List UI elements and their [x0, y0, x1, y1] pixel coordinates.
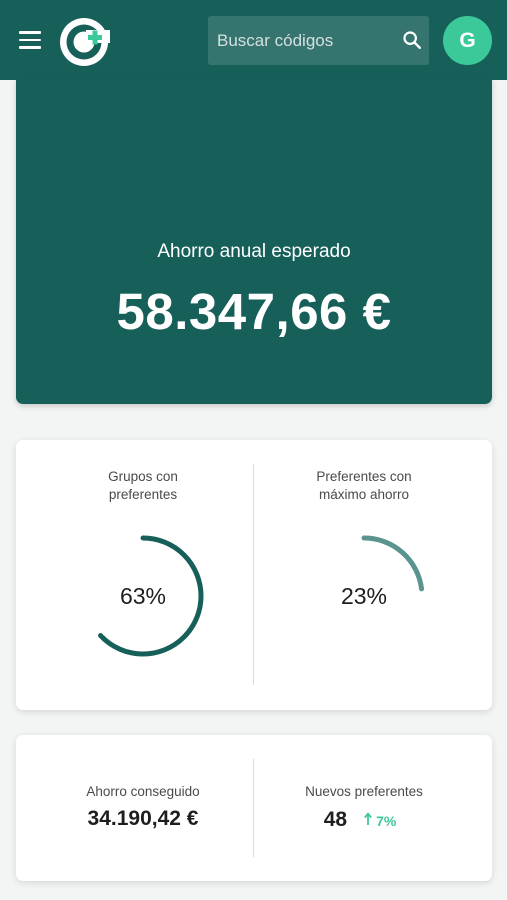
- search-box: [208, 16, 429, 65]
- hamburger-menu-icon[interactable]: [14, 27, 46, 53]
- search-icon[interactable]: [401, 29, 423, 51]
- annual-savings-label: Ahorro anual esperado: [157, 241, 351, 262]
- top-app-bar: G: [0, 0, 507, 80]
- gauge-value-groups: 63%: [119, 583, 167, 609]
- trend-badge: 7%: [363, 812, 396, 829]
- savings-achieved-value: 34.190,42 €: [87, 807, 199, 830]
- gauge-title-max-savings: Preferentes con máximo ahorro: [316, 469, 412, 502]
- gauge-value-max-savings: 23%: [340, 583, 388, 609]
- arrow-up-icon: [364, 812, 372, 825]
- card-divider: [253, 759, 254, 857]
- annual-savings-value: 58.347,66 €: [116, 283, 392, 340]
- new-preferred-value: 48: [323, 808, 348, 831]
- user-avatar[interactable]: G: [443, 16, 492, 65]
- new-preferred-row: 48 7%: [255, 808, 465, 834]
- search-input[interactable]: [208, 16, 398, 65]
- trend-value: 7%: [376, 813, 397, 829]
- card-divider: [253, 464, 254, 685]
- annual-savings-card: Ahorro anual esperado 58.347,66 €: [16, 78, 492, 404]
- savings-achieved-label: Ahorro conseguido: [86, 784, 200, 799]
- app-logo-icon[interactable]: [58, 16, 110, 68]
- dashboard-page: G Ahorro anual esperado 58.347,66 € Grup…: [0, 0, 507, 900]
- gauge-title-groups: Grupos con preferentes: [108, 469, 178, 502]
- new-preferred-label: Nuevos preferentes: [305, 784, 423, 799]
